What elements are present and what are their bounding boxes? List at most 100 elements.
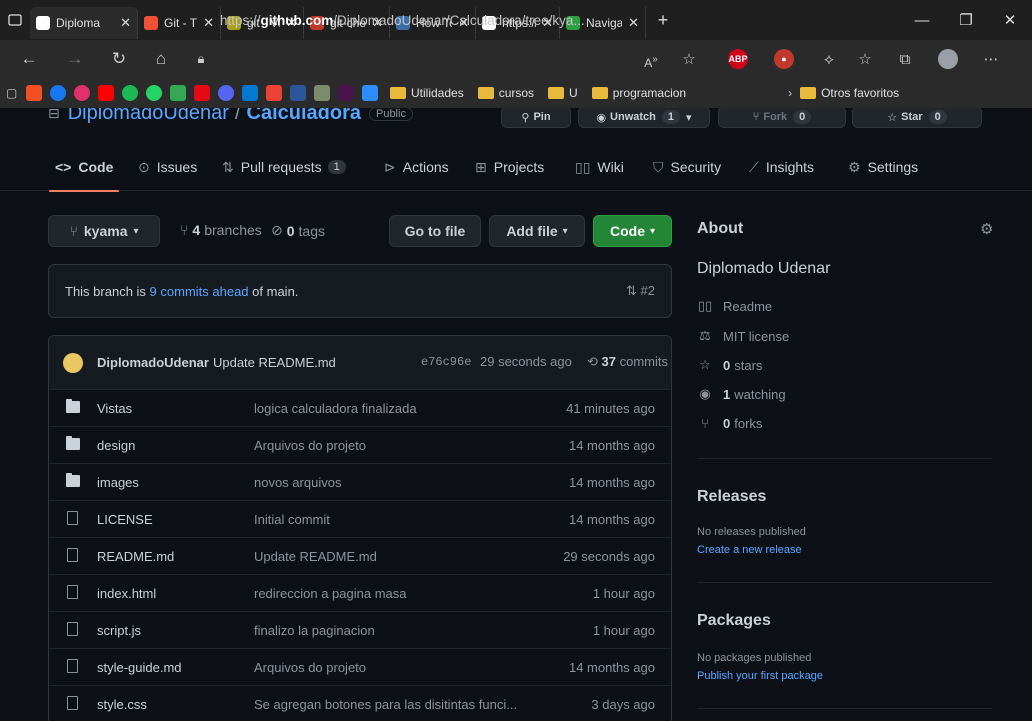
file-name-link[interactable]: README.md — [97, 549, 174, 564]
microsoft-icon[interactable] — [26, 85, 42, 101]
readme-link[interactable]: ▯▯ Readme — [697, 298, 772, 314]
close-tab-icon[interactable]: ✕ — [120, 15, 131, 31]
watchers-link[interactable]: ◉ 1 watching — [697, 386, 785, 402]
tab-actions-icon[interactable] — [0, 0, 30, 40]
file-name-link[interactable]: design — [97, 438, 135, 453]
file-name-link[interactable]: style-guide.md — [97, 660, 182, 675]
star-label: Star — [901, 111, 923, 123]
code-button[interactable]: Code ▾ — [593, 215, 672, 247]
publish-package-link[interactable]: Publish your first package — [697, 670, 823, 682]
commits-ahead-link[interactable]: 9 commits ahead — [150, 284, 249, 299]
file-commit-message[interactable]: novos arquivos — [254, 475, 554, 490]
bookmark-folder-otros[interactable]: Otros favoritos — [821, 86, 899, 100]
commit-message[interactable]: Update README.md — [213, 355, 336, 370]
close-window-button[interactable]: ✕ — [988, 0, 1032, 40]
home-icon[interactable]: ⌂ — [146, 49, 176, 69]
bookmarks-overflow-icon[interactable]: › — [788, 86, 792, 100]
fork-button[interactable]: ⑂ Fork 0 — [718, 108, 846, 128]
drive-icon[interactable] — [170, 85, 186, 101]
file-name-link[interactable]: images — [97, 475, 139, 490]
tab-issues[interactable]: ⊙ Issues — [138, 143, 197, 191]
tab-settings[interactable]: ⚙ Settings — [848, 143, 918, 191]
commit-author[interactable]: DiplomadoUdenar Update README.md — [97, 355, 336, 370]
packages-title[interactable]: Packages — [697, 612, 771, 630]
image-bookmark-icon[interactable] — [314, 85, 330, 101]
spotify-icon[interactable] — [122, 85, 138, 101]
unwatch-button[interactable]: ◉ Unwatch 1 ▾ — [578, 108, 710, 128]
pin-button[interactable]: ⚲ Pin — [501, 108, 571, 128]
file-name-link[interactable]: style.css — [97, 697, 147, 712]
file-commit-message[interactable]: redireccion a pagina masa — [254, 586, 554, 601]
tab-actions[interactable]: ⊳ Actions — [384, 143, 449, 191]
outlook-icon[interactable] — [242, 85, 258, 101]
restore-button[interactable]: ❐ — [944, 0, 988, 40]
browser-tab[interactable]: Diploma ✕ — [30, 7, 138, 39]
create-release-link[interactable]: Create a new release — [697, 544, 802, 556]
file-commit-message[interactable]: logica calculadora finalizada — [254, 401, 554, 416]
favorites-icon[interactable]: ☆ — [854, 49, 876, 71]
slack-icon[interactable] — [338, 85, 354, 101]
collections-icon[interactable]: ⧉ — [894, 49, 916, 71]
tab-pull-requests[interactable]: ⇅ Pull requests 1 — [222, 143, 346, 191]
file-commit-message[interactable]: finalizo la paginacion — [254, 623, 554, 638]
bookmark-icon[interactable] — [362, 85, 378, 101]
branch-select[interactable]: ⑂ kyama ▾ — [48, 215, 160, 247]
file-name-link[interactable]: LICENSE — [97, 512, 153, 527]
word-icon[interactable] — [290, 85, 306, 101]
file-commit-message[interactable]: Se agregan botones para las disitintas f… — [254, 697, 554, 712]
file-commit-message[interactable]: Initial commit — [254, 512, 554, 527]
favorite-add-icon[interactable]: ☆ — [678, 49, 700, 71]
refresh-icon[interactable]: ↻ — [104, 49, 134, 69]
discord-icon[interactable] — [218, 85, 234, 101]
tab-code[interactable]: <> Code — [48, 143, 120, 192]
bookmark-folder-u[interactable]: U — [569, 86, 578, 100]
forward-icon[interactable]: → — [60, 49, 90, 69]
file-name-link[interactable]: index.html — [97, 586, 156, 601]
file-commit-message[interactable]: Arquivos do projeto — [254, 660, 554, 675]
license-link[interactable]: ⚖ MIT license — [697, 328, 789, 344]
repo-owner-link[interactable]: DiplomadoUdenar — [68, 108, 229, 125]
adblock-icon[interactable]: ABP — [728, 49, 748, 69]
bookmark-folder-cursos[interactable]: cursos — [499, 86, 534, 100]
read-aloud-icon[interactable]: A» — [640, 49, 662, 71]
gear-icon[interactable]: ⚙ — [980, 220, 993, 238]
bookmark-folder-utilidades[interactable]: Utilidades — [411, 86, 464, 100]
minimize-button[interactable]: — — [900, 0, 944, 40]
tab-security[interactable]: ⛉ Security — [653, 143, 721, 191]
tags-link[interactable]: ⊘ 0 tags — [271, 222, 325, 239]
commit-sha[interactable]: e76c96e — [421, 355, 471, 369]
tab-wiki[interactable]: ▯▯ Wiki — [575, 143, 624, 191]
extensions-icon[interactable]: ⟡ — [818, 49, 840, 71]
whatsapp-icon[interactable] — [146, 85, 162, 101]
tab-projects[interactable]: ⊞ Projects — [475, 143, 544, 191]
bookmark-folder-programacion[interactable]: programacion — [613, 86, 686, 100]
forks-link[interactable]: ⑂ 0 forks — [697, 416, 762, 431]
commits-link[interactable]: ⟲ 37 commits — [587, 354, 668, 370]
stars-link[interactable]: ☆ 0 stars — [697, 357, 762, 373]
file-name-link[interactable]: Vistas — [97, 401, 132, 416]
back-icon[interactable]: ← — [14, 49, 44, 69]
tab-insights[interactable]: ⟋ Insights — [749, 143, 814, 191]
netflix-icon[interactable] — [194, 85, 210, 101]
facebook-icon[interactable] — [50, 85, 66, 101]
repo-name-link[interactable]: Calculadora — [247, 108, 361, 125]
branches-link[interactable]: ⑂ 4 branches — [180, 222, 262, 238]
instagram-icon[interactable] — [74, 85, 90, 101]
add-file-button[interactable]: Add file ▾ — [489, 215, 585, 247]
avatar[interactable] — [63, 353, 83, 373]
youtube-icon[interactable] — [98, 85, 114, 101]
extension-icon[interactable]: ● — [774, 49, 794, 69]
close-tab-icon[interactable]: ✕ — [203, 15, 214, 31]
gmail-icon[interactable] — [266, 85, 282, 101]
file-name-link[interactable]: script.js — [97, 623, 141, 638]
file-commit-message[interactable]: Arquivos do projeto — [254, 438, 554, 453]
browser-tab[interactable]: Git - Tra ✕ — [138, 7, 221, 39]
url-field[interactable]: https://github.com/DiplomadoUdenar/Calcu… — [220, 9, 698, 31]
releases-title[interactable]: Releases — [697, 488, 766, 506]
go-to-file-button[interactable]: Go to file — [389, 215, 481, 247]
pull-request-link[interactable]: ⇅ #2 — [626, 283, 655, 299]
more-menu-icon[interactable]: ⋯ — [980, 49, 1002, 71]
star-button[interactable]: ☆ Star 0 — [852, 108, 982, 128]
file-commit-message[interactable]: Update README.md — [254, 549, 554, 564]
profile-avatar-icon[interactable] — [938, 49, 958, 69]
